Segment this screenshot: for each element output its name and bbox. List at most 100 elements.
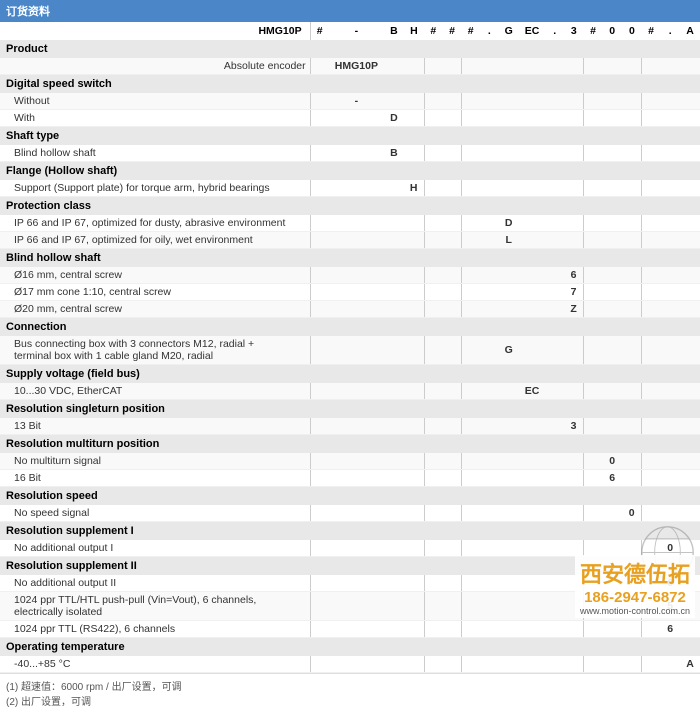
col-value-cell xyxy=(584,284,603,301)
col-value-cell xyxy=(660,110,680,127)
col-value-cell xyxy=(622,383,642,400)
table-row: Absolute encoderHMG10P xyxy=(0,58,700,75)
section-header: Operating temperature xyxy=(0,638,700,657)
col-value-cell xyxy=(443,215,462,232)
col-value-cell xyxy=(424,383,443,400)
col-value-cell xyxy=(622,453,642,470)
footer-note1: (1) 超速值：6000 rpm / 出厂设置，可调 xyxy=(6,678,694,693)
col-value-cell xyxy=(329,232,384,249)
table-row: Ø16 mm, central screw6 xyxy=(0,267,700,284)
section-title: Connection xyxy=(0,318,700,337)
table-row: 13 Bit 3 xyxy=(0,418,700,435)
col-value-cell xyxy=(404,284,424,301)
col-value-cell xyxy=(384,505,404,522)
col-value-cell xyxy=(499,301,519,318)
col-c11: 0 xyxy=(622,22,642,40)
col-value-cell xyxy=(642,383,661,400)
col-value-cell xyxy=(384,232,404,249)
col-value-cell xyxy=(499,453,519,470)
col-value-cell xyxy=(443,93,462,110)
row-label: IP 66 and IP 67, optimized for oily, wet… xyxy=(0,232,310,249)
col-value-cell xyxy=(424,592,443,621)
col-value-cell xyxy=(499,418,519,435)
col-value-cell xyxy=(584,505,603,522)
col-value-cell xyxy=(499,656,519,673)
col-value-cell xyxy=(329,470,384,487)
col-value-cell xyxy=(519,540,546,557)
col-value-cell xyxy=(545,656,564,673)
row-label: Without xyxy=(0,93,310,110)
col-value-cell xyxy=(602,505,622,522)
col-value-cell xyxy=(384,453,404,470)
col-value-cell xyxy=(680,621,700,638)
col-value-cell xyxy=(424,418,443,435)
col-value-cell xyxy=(642,418,661,435)
col-value-cell xyxy=(602,232,622,249)
col-value-cell xyxy=(329,383,384,400)
col-value-cell xyxy=(642,93,661,110)
col-value-cell xyxy=(519,145,546,162)
col-value-cell xyxy=(424,336,443,365)
col-value-cell: G xyxy=(499,336,519,365)
row-label: 13 Bit xyxy=(0,418,310,435)
col-value-cell xyxy=(602,418,622,435)
col-value-cell: 0 xyxy=(622,505,642,522)
col-value-cell xyxy=(404,145,424,162)
col-sep2: # xyxy=(424,22,443,40)
col-value-cell xyxy=(564,145,584,162)
col-value-cell xyxy=(443,58,462,75)
col-value-cell xyxy=(602,284,622,301)
col-value-cell xyxy=(461,656,480,673)
col-value-cell xyxy=(680,301,700,318)
col-value-cell xyxy=(461,418,480,435)
col-value-cell xyxy=(499,110,519,127)
col-value-cell xyxy=(480,336,499,365)
col-value-cell xyxy=(660,453,680,470)
col-value-cell xyxy=(680,383,700,400)
section-title: Flange (Hollow shaft) xyxy=(0,162,700,181)
col-value-cell xyxy=(424,301,443,318)
col-value-cell xyxy=(622,284,642,301)
col-value-cell xyxy=(602,93,622,110)
row-label: Absolute encoder xyxy=(0,58,310,75)
col-value-cell: D xyxy=(499,215,519,232)
row-label: No additional output II xyxy=(0,575,310,592)
col-value-cell xyxy=(660,656,680,673)
col-value-cell xyxy=(443,505,462,522)
col-value-cell xyxy=(564,93,584,110)
col-value-cell xyxy=(622,656,642,673)
col-value-cell xyxy=(642,180,661,197)
col-value-cell xyxy=(424,505,443,522)
col-value-cell xyxy=(584,336,603,365)
col-value-cell xyxy=(519,110,546,127)
section-header: Flange (Hollow shaft) xyxy=(0,162,700,181)
col-value-cell xyxy=(384,470,404,487)
section-header: Blind hollow shaft xyxy=(0,249,700,268)
col-value-cell xyxy=(443,110,462,127)
col-value-cell xyxy=(404,418,424,435)
col-value-cell xyxy=(564,215,584,232)
col-value-cell xyxy=(310,470,329,487)
col-value-cell xyxy=(519,470,546,487)
col-value-cell xyxy=(584,215,603,232)
col-value-cell xyxy=(384,301,404,318)
col-value-cell xyxy=(443,232,462,249)
col-value-cell xyxy=(443,180,462,197)
col-value-cell xyxy=(461,145,480,162)
col-value-cell xyxy=(384,336,404,365)
col-value-cell xyxy=(404,301,424,318)
col-value-cell xyxy=(642,470,661,487)
col-value-cell: 3 xyxy=(564,418,584,435)
col-value-cell xyxy=(461,470,480,487)
col-value-cell xyxy=(602,215,622,232)
table-row: Blind hollow shaftB xyxy=(0,145,700,162)
col-value-cell xyxy=(545,453,564,470)
col-value-cell xyxy=(519,505,546,522)
col-value-cell xyxy=(329,267,384,284)
col-value-cell xyxy=(499,575,519,592)
col-value-cell xyxy=(584,418,603,435)
col-value-cell xyxy=(461,383,480,400)
col-value-cell xyxy=(660,418,680,435)
col-value-cell xyxy=(584,180,603,197)
col-value-cell xyxy=(519,575,546,592)
